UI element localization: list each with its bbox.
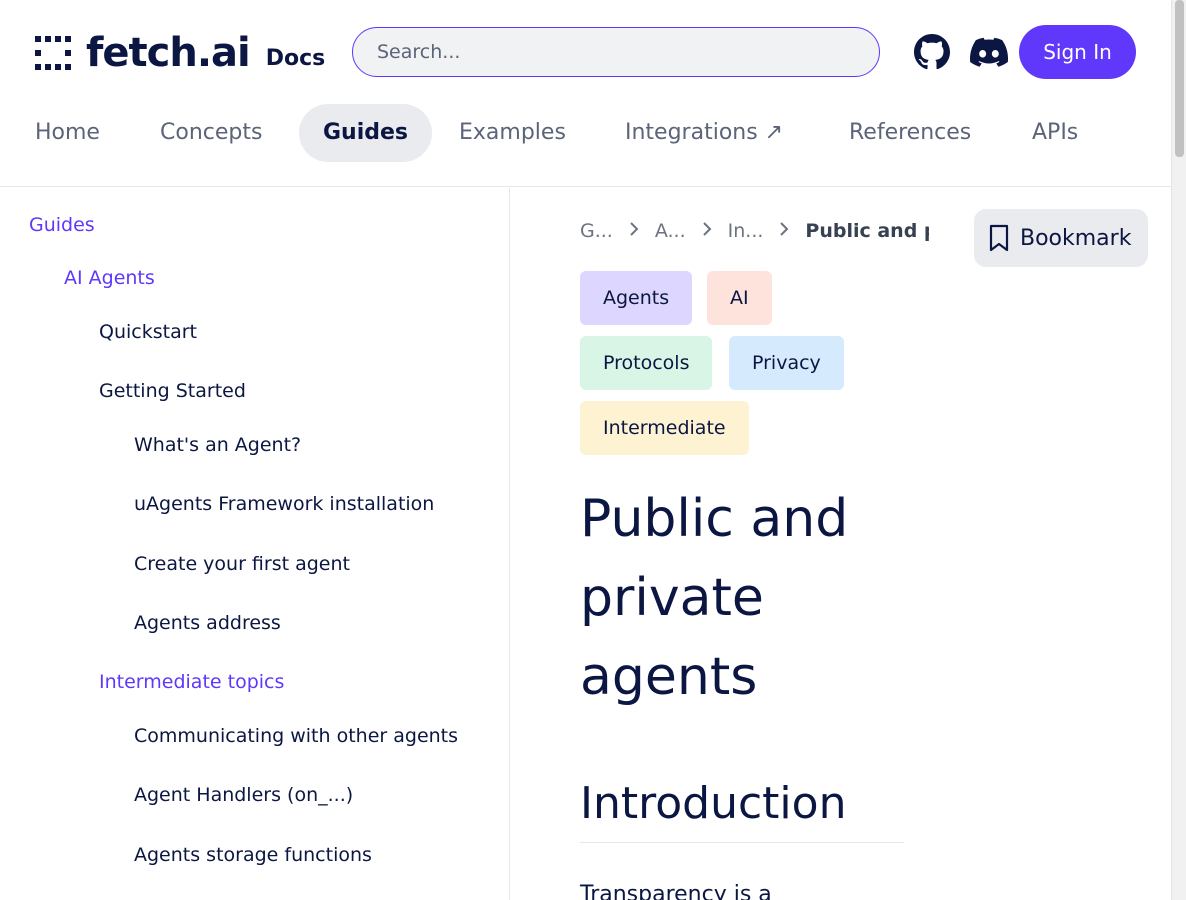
github-icon[interactable] bbox=[913, 33, 951, 71]
tab-apis[interactable]: APIs bbox=[1008, 104, 1102, 162]
intro-paragraph: Transparency is a bbox=[580, 882, 772, 900]
tag-privacy[interactable]: Privacy bbox=[729, 336, 844, 390]
logo-docs-label: Docs bbox=[265, 45, 326, 71]
sidebar-item-uagents-installation[interactable]: uAgents Framework installation bbox=[134, 493, 434, 515]
tag-agents[interactable]: Agents bbox=[580, 271, 693, 325]
top-header: fetch.ai Docs Sign In Home Concepts Guid… bbox=[0, 0, 1171, 187]
sidebar-item-agent-handlers[interactable]: Agent Handlers (on_...) bbox=[134, 784, 353, 806]
search-input[interactable] bbox=[352, 27, 880, 77]
discord-icon[interactable] bbox=[970, 33, 1008, 71]
sidebar-item-agents-address[interactable]: Agents address bbox=[134, 612, 281, 634]
page-title: Public and private agents bbox=[580, 489, 849, 707]
breadcrumb-current: Public and p bbox=[805, 220, 930, 242]
logo-grid-icon bbox=[35, 35, 71, 71]
tag-intermediate[interactable]: Intermediate bbox=[580, 401, 749, 455]
breadcrumb-intermediate[interactable]: In... bbox=[728, 220, 764, 242]
logo-wordmark: fetch.ai bbox=[86, 30, 251, 76]
breadcrumb: G... A... In... Public and p bbox=[580, 220, 929, 242]
tab-concepts[interactable]: Concepts bbox=[136, 104, 286, 162]
heading-divider bbox=[580, 842, 904, 843]
tab-references[interactable]: References bbox=[825, 104, 995, 162]
sidebar-item-getting-started[interactable]: Getting Started bbox=[99, 380, 246, 402]
chevron-right-icon bbox=[629, 220, 639, 242]
page-scrollbar[interactable] bbox=[1171, 0, 1186, 900]
sidebar-item-intermediate-topics[interactable]: Intermediate topics bbox=[99, 671, 284, 693]
fetch-ai-logo[interactable]: fetch.ai Docs bbox=[35, 30, 326, 76]
sidebar: Guides AI Agents Quickstart Getting Star… bbox=[0, 188, 510, 900]
scrollbar-thumb[interactable] bbox=[1175, 0, 1184, 157]
bookmark-button[interactable]: Bookmark bbox=[974, 209, 1148, 267]
main-nav: Home Concepts Guides Examples Integratio… bbox=[0, 104, 1171, 162]
sidebar-item-storage-functions[interactable]: Agents storage functions bbox=[134, 844, 372, 866]
breadcrumb-guides[interactable]: G... bbox=[580, 220, 613, 242]
sidebar-item-guides[interactable]: Guides bbox=[29, 214, 95, 236]
bookmark-label: Bookmark bbox=[1020, 225, 1132, 251]
main-content: G... A... In... Public and p Bookmark Ag… bbox=[510, 188, 1171, 900]
tag-protocols[interactable]: Protocols bbox=[580, 336, 713, 390]
sign-in-button[interactable]: Sign In bbox=[1019, 25, 1136, 79]
sidebar-item-communicating-agents[interactable]: Communicating with other agents bbox=[134, 725, 458, 747]
tab-examples[interactable]: Examples bbox=[435, 104, 590, 162]
tag-ai[interactable]: AI bbox=[707, 271, 772, 325]
chevron-right-icon bbox=[779, 220, 789, 242]
chevron-right-icon bbox=[702, 220, 712, 242]
breadcrumb-ai-agents[interactable]: A... bbox=[655, 220, 686, 242]
tab-home[interactable]: Home bbox=[11, 104, 124, 162]
tab-guides[interactable]: Guides bbox=[299, 104, 433, 162]
sidebar-item-ai-agents[interactable]: AI Agents bbox=[64, 267, 155, 289]
sidebar-item-create-first-agent[interactable]: Create your first agent bbox=[134, 553, 350, 575]
tab-integrations[interactable]: Integrations ↗ bbox=[601, 104, 807, 162]
sidebar-item-whats-an-agent[interactable]: What's an Agent? bbox=[134, 434, 301, 456]
bookmark-icon bbox=[989, 224, 1009, 252]
sidebar-item-quickstart[interactable]: Quickstart bbox=[99, 321, 197, 343]
section-heading-introduction: Introduction bbox=[580, 778, 847, 829]
